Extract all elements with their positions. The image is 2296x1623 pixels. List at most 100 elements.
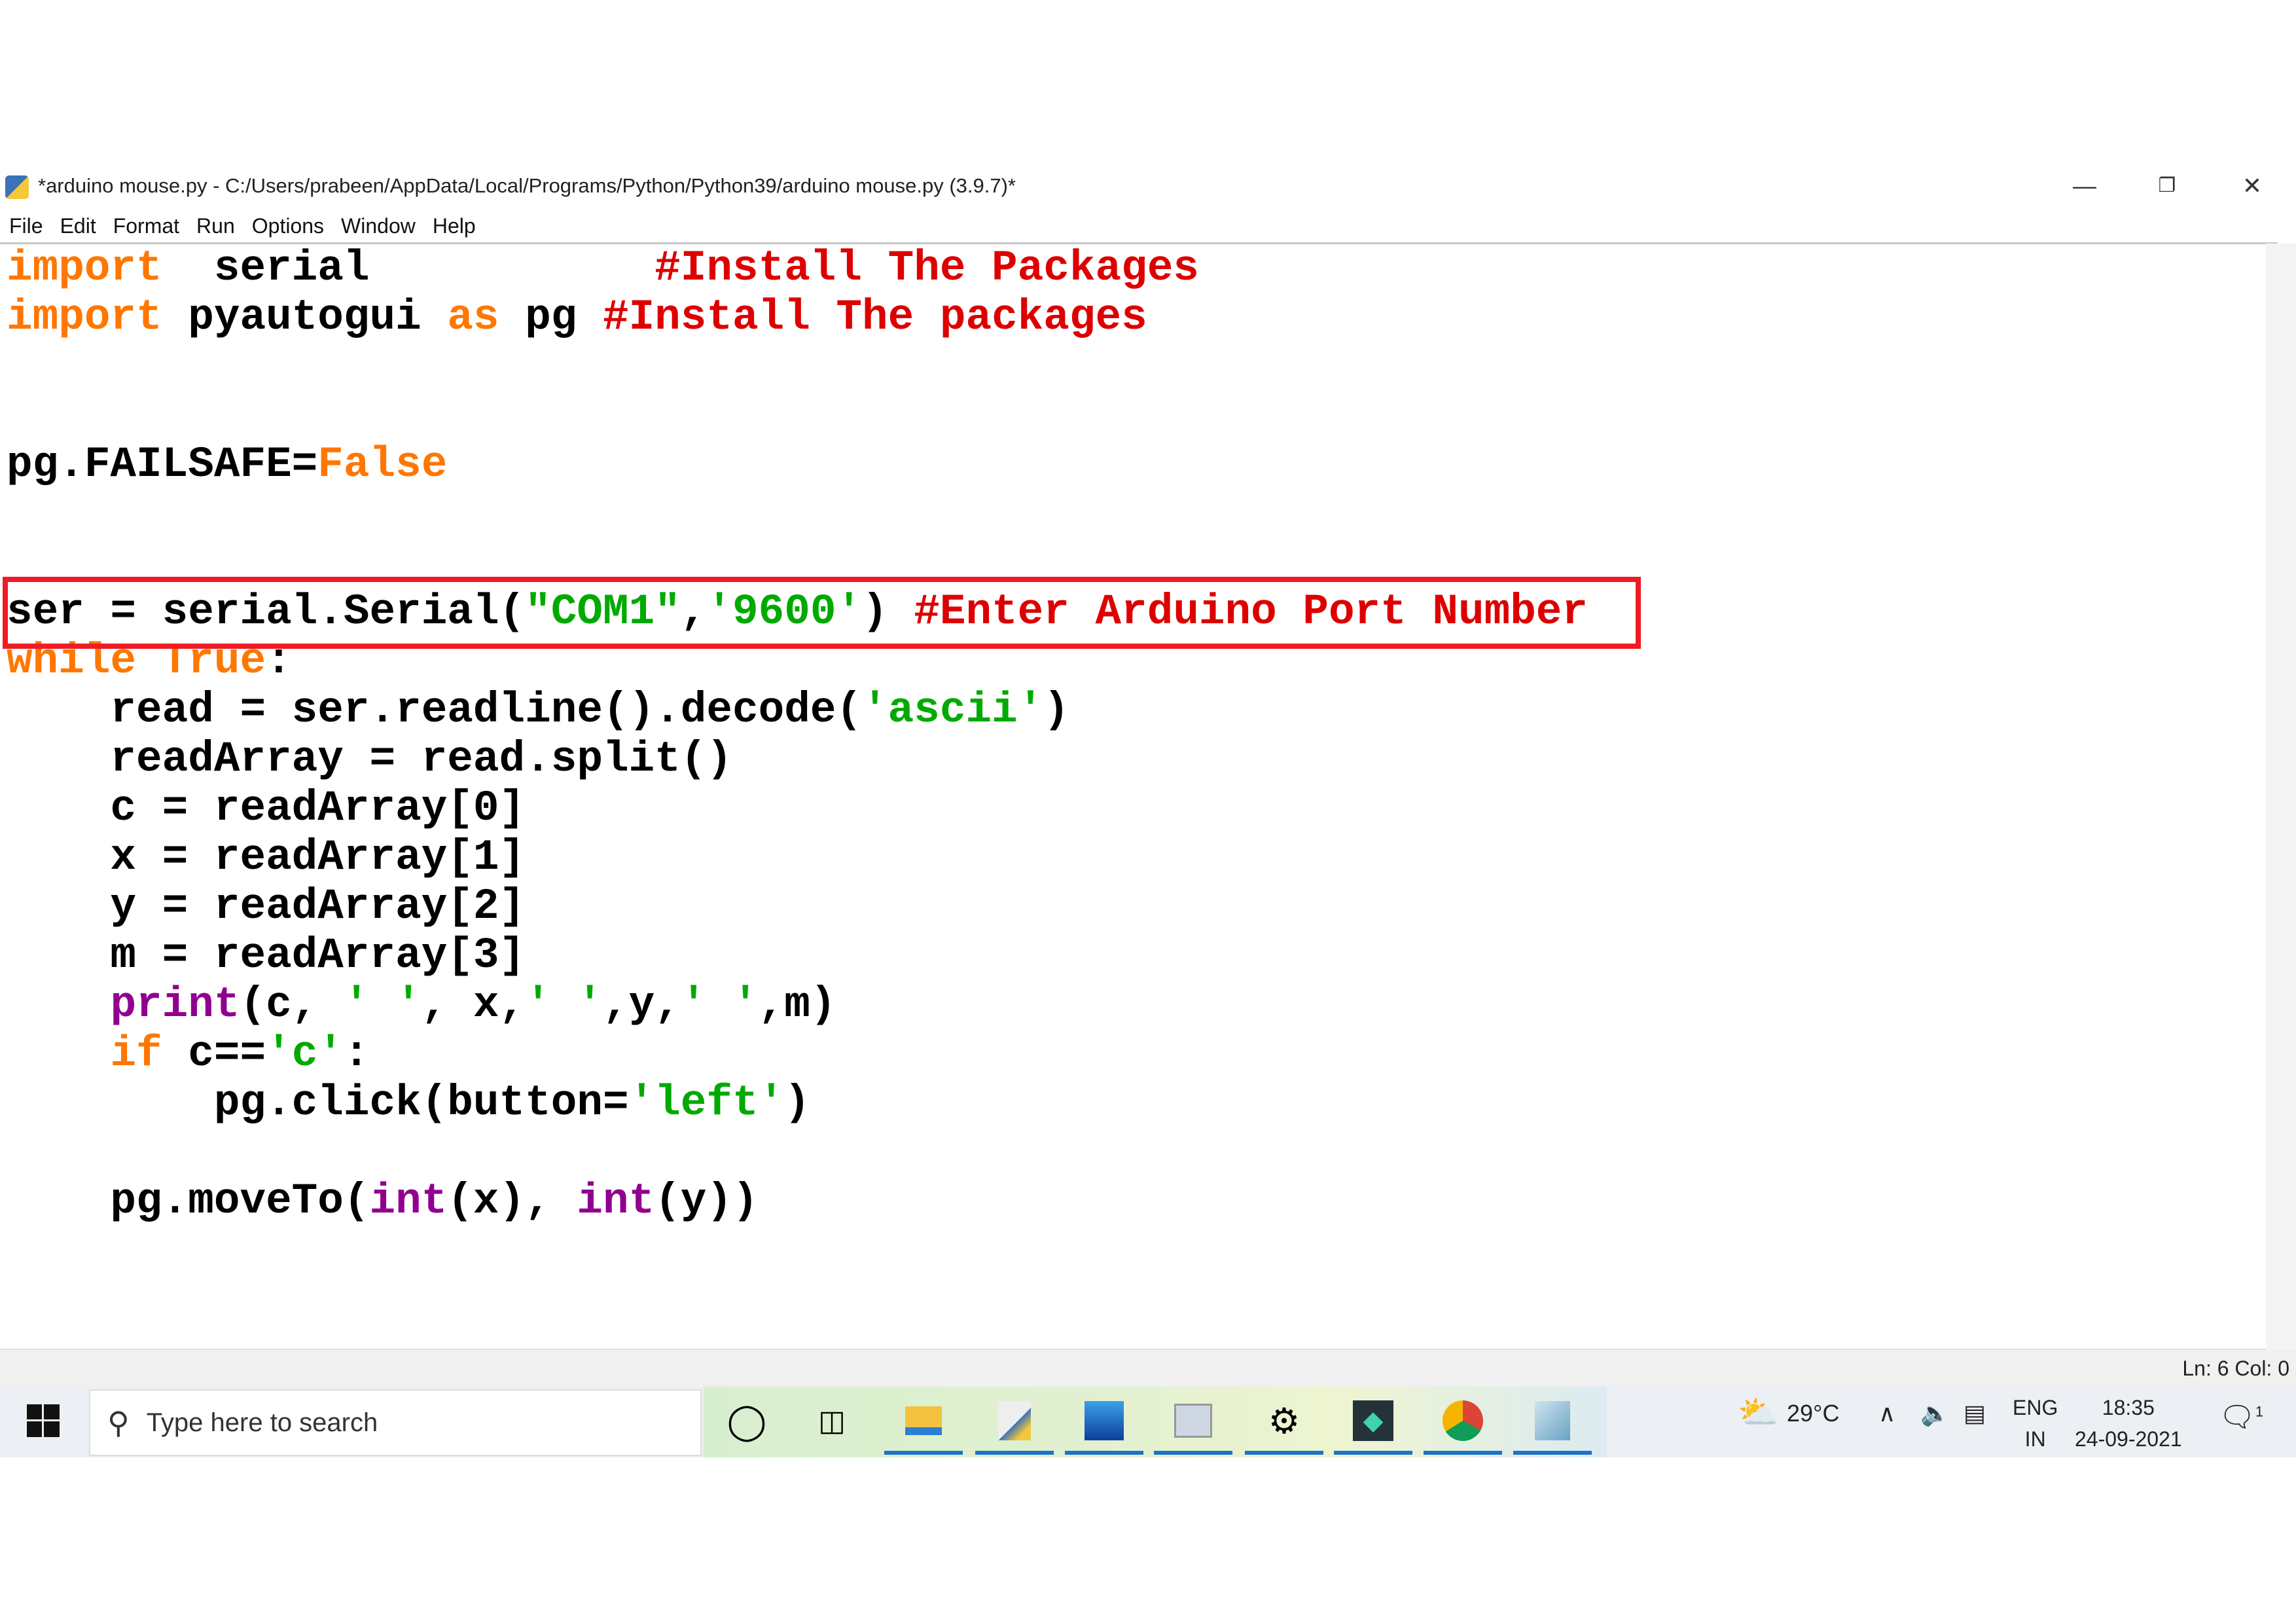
search-icon: ⚲ [107,1406,130,1440]
code-token: 'left' [628,1078,785,1127]
code-line: y = readArray[2] [7,882,1588,931]
status-bar [0,1350,2296,1387]
lang-in: IN [2024,1427,2046,1451]
code-line: import pyautogui as pg #Install The pack… [7,293,1588,342]
menu-window[interactable]: Window [332,211,423,241]
code-token: read = ser.readline().decode( [7,685,863,735]
cortana-icon[interactable]: ◯ [721,1395,773,1447]
code-token: (y)) [655,1176,759,1226]
code-editor-app-icon[interactable]: ◆ [1334,1395,1412,1455]
weather-icon[interactable]: ⛅ [1738,1393,1778,1432]
cursor-position: Ln: 6 Col: 0 [2182,1357,2289,1380]
file-explorer-icon[interactable] [884,1395,963,1455]
vertical-scrollbar[interactable] [2266,244,2296,1350]
code-token: (c, [240,980,344,1029]
menu-options[interactable]: Options [243,211,332,241]
code-token: c== [162,1029,266,1078]
code-token: False [317,440,448,489]
code-token: as [447,293,499,342]
image-viewer-icon[interactable] [1154,1395,1232,1455]
weather-temp[interactable]: 29°C [1787,1400,1839,1427]
menu-file[interactable]: File [0,211,51,241]
code-token: : [343,1029,370,1078]
clock-time: 18:35 [2102,1396,2155,1419]
code-token: ) [784,1078,810,1127]
settings-gear-icon[interactable]: ⚙ [1245,1395,1323,1455]
taskbar-search-box[interactable]: ⚲ Type here to search [89,1389,702,1456]
restore-button[interactable]: ❐ [2138,168,2197,204]
code-token: int [369,1176,448,1226]
code-token: x = readArray[1] [7,833,526,882]
code-token: serial [162,244,655,293]
code-token: , x, [421,980,526,1029]
code-token: ' ' [343,980,422,1029]
code-line: x = readArray[1] [7,833,1588,882]
code-line: import serial #Install The Packages [7,244,1588,293]
code-text[interactable]: import serial #Install The Packages impor… [7,244,1588,1226]
code-token: import [7,293,162,342]
close-button[interactable]: ✕ [2223,168,2282,204]
code-token: pyautogui [162,293,448,342]
task-view-icon[interactable]: ◫ [806,1395,858,1447]
windows-start-icon[interactable] [17,1395,69,1447]
code-token: if [110,1029,162,1078]
code-token: import [7,244,162,293]
chevron-up-icon[interactable]: ∧ [1878,1400,1895,1427]
code-token: m = readArray[3] [7,931,526,980]
code-token: c = readArray[0] [7,784,526,833]
code-line: pg.moveTo(int(x), int(y)) [7,1176,1588,1226]
menu-run[interactable]: Run [187,211,243,241]
code-line: c = readArray[0] [7,784,1588,833]
network-icon[interactable]: ▤ [1964,1400,1986,1427]
minimize-button[interactable]: — [2055,168,2114,204]
notification-icon[interactable]: 🗨1 [2219,1400,2263,1434]
code-line: if c=='c': [7,1029,1588,1078]
code-token: ,m) [758,980,836,1029]
lang-eng: ENG [2013,1396,2058,1419]
notification-count: 1 [2255,1403,2264,1420]
python-idle-icon[interactable] [975,1395,1054,1455]
app-icon[interactable] [1513,1395,1592,1455]
code-token: print [110,980,240,1029]
clock-date: 24-09-2021 [2075,1427,2182,1451]
code-token: pg.moveTo( [7,1176,370,1226]
menu-bar: File Edit Format Run Options Window Help [0,211,484,241]
code-line: pg.FAILSAFE=False [7,440,1588,489]
code-line: pg.click(button='left') [7,1078,1588,1127]
code-token: (x), [447,1176,577,1226]
volume-icon[interactable]: 🔈 [1920,1400,1950,1427]
code-token: ' ' [680,980,759,1029]
code-line: m = readArray[3] [7,931,1588,980]
clock[interactable]: 18:35 24-09-2021 [2075,1392,2182,1455]
code-token: pg [499,293,603,342]
code-line: print(c, ' ', x,' ',y,' ',m) [7,980,1588,1029]
code-line: readArray = read.split() [7,735,1588,784]
code-token: 'c' [266,1029,344,1078]
code-token: ' ' [525,980,603,1029]
language-indicator[interactable]: ENG IN [2013,1392,2058,1455]
code-token: ) [1043,685,1069,735]
window-title: *arduino mouse.py - C:/Users/prabeen/App… [38,174,1016,197]
code-token: readArray = read.split() [7,735,732,784]
code-token: pg.click(button= [7,1078,629,1127]
code-token: pg.FAILSAFE= [7,440,318,489]
menu-help[interactable]: Help [423,211,484,241]
photos-icon[interactable] [1065,1395,1143,1455]
code-token: #Install The packages [602,293,1147,342]
code-line: read = ser.readline().decode('ascii') [7,685,1588,735]
menu-format[interactable]: Format [104,211,187,241]
code-token: y = readArray[2] [7,882,526,931]
code-token: int [577,1176,655,1226]
highlight-box [3,577,1641,649]
code-token: #Install The Packages [655,244,1199,293]
menu-edit[interactable]: Edit [51,211,104,241]
search-placeholder: Type here to search [146,1408,378,1437]
python-idle-icon [5,175,29,199]
chrome-icon[interactable] [1424,1395,1502,1455]
